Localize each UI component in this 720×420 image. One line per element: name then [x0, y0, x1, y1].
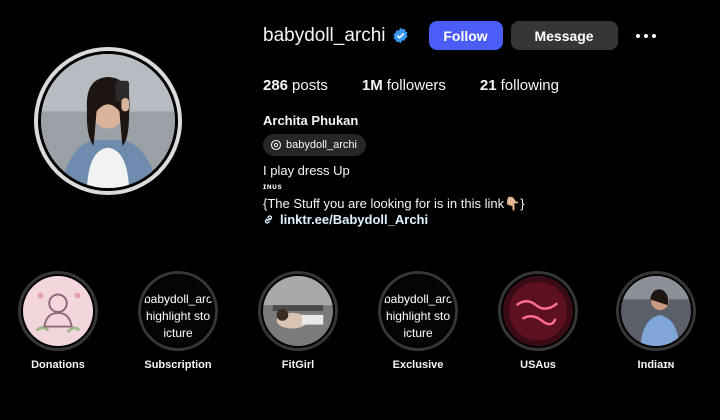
highlight-cover	[619, 274, 693, 348]
threads-badge[interactable]: babydoll_archi	[263, 134, 366, 156]
highlight-label: Indiaɪɴ	[637, 359, 675, 371]
following-stat[interactable]: 21 following	[480, 77, 559, 94]
highlight-ring	[498, 271, 578, 351]
posts-count: 286	[263, 77, 289, 94]
profile-photo	[38, 51, 178, 191]
verified-badge-icon	[393, 27, 408, 44]
highlight-donations[interactable]: Donations	[0, 271, 118, 371]
more-options-icon[interactable]	[630, 28, 662, 44]
bio-line: I play dress Up	[263, 163, 350, 178]
profile-stats: 286 posts 1M followers 21 following	[263, 77, 593, 94]
highlight-subscription[interactable]: babydoll_arc highlight sto icture Subscr…	[118, 271, 238, 371]
highlight-label: Donations	[31, 359, 85, 371]
overlay-line: babydoll_arc	[383, 292, 453, 306]
profile-username[interactable]: babydoll_archi	[263, 25, 386, 47]
highlight-label: Subscription	[144, 359, 212, 371]
following-count: 21	[479, 77, 497, 94]
overlay-line: icture	[403, 326, 433, 340]
fitgirl-cover-image	[263, 276, 333, 346]
more-dot	[643, 33, 648, 38]
india-cover-image	[621, 276, 691, 346]
profile-header-row: babydoll_archi Follow Message	[263, 21, 662, 50]
highlight-ring	[258, 271, 338, 351]
highlight-cover: babydoll_arc highlight sto icture	[381, 274, 455, 348]
highlight-label: FitGirl	[281, 359, 315, 371]
threads-handle: babydoll_archi	[286, 139, 357, 151]
overlay-line: icture	[163, 326, 193, 340]
highlight-cover	[261, 274, 335, 348]
overlay-line: babydoll_arc	[143, 292, 213, 306]
highlight-label: Exclusive	[392, 359, 444, 371]
followers-count: 1M	[361, 77, 383, 94]
highlight-cover	[501, 274, 575, 348]
posts-stat: 286 posts	[263, 77, 328, 94]
highlight-cover: babydoll_arc highlight sto icture	[141, 274, 215, 348]
bio-line: ɪɴᴜs	[263, 182, 283, 191]
profile-avatar[interactable]	[34, 47, 182, 195]
bio-line: {The Stuff you are looking for is in thi…	[263, 196, 525, 211]
highlight-ring: babydoll_arc highlight sto icture	[378, 271, 458, 351]
highlight-fitgirl[interactable]: FitGirl	[238, 271, 358, 371]
follow-button[interactable]: Follow	[428, 21, 503, 50]
bio-link[interactable]: linktr.ee/Babydoll_Archi	[263, 212, 428, 227]
highlight-label: USAᴜs	[520, 359, 556, 371]
overlay-line: highlight sto	[385, 309, 451, 323]
highlight-ring	[18, 271, 98, 351]
more-dot	[651, 33, 656, 38]
highlight-cover	[21, 274, 95, 348]
followers-label: followers	[386, 77, 446, 94]
highlight-ring	[616, 271, 696, 351]
posts-label: posts	[292, 77, 328, 94]
more-dot	[635, 33, 640, 38]
link-icon	[264, 215, 273, 224]
message-button[interactable]: Message	[510, 21, 618, 50]
following-label: following	[500, 77, 559, 94]
highlight-overlay-text: babydoll_arc highlight sto icture	[383, 291, 453, 342]
profile-full-name: Archita Phukan	[263, 113, 359, 128]
profile-photo-illustration	[41, 54, 175, 188]
threads-icon	[270, 139, 282, 151]
highlight-india[interactable]: Indiaɪɴ	[596, 271, 716, 371]
highlight-exclusive[interactable]: babydoll_arc highlight sto icture Exclus…	[358, 271, 478, 371]
followers-stat[interactable]: 1M followers	[362, 77, 446, 94]
donations-cover-icon	[23, 276, 93, 346]
highlight-usa[interactable]: USAᴜs	[478, 271, 598, 371]
neon-sign-cover-image	[503, 276, 573, 346]
highlight-overlay-text: babydoll_arc highlight sto icture	[143, 291, 213, 342]
bio-link-text: linktr.ee/Babydoll_Archi	[280, 212, 429, 227]
highlight-ring: babydoll_arc highlight sto icture	[138, 271, 218, 351]
overlay-line: highlight sto	[145, 309, 211, 323]
